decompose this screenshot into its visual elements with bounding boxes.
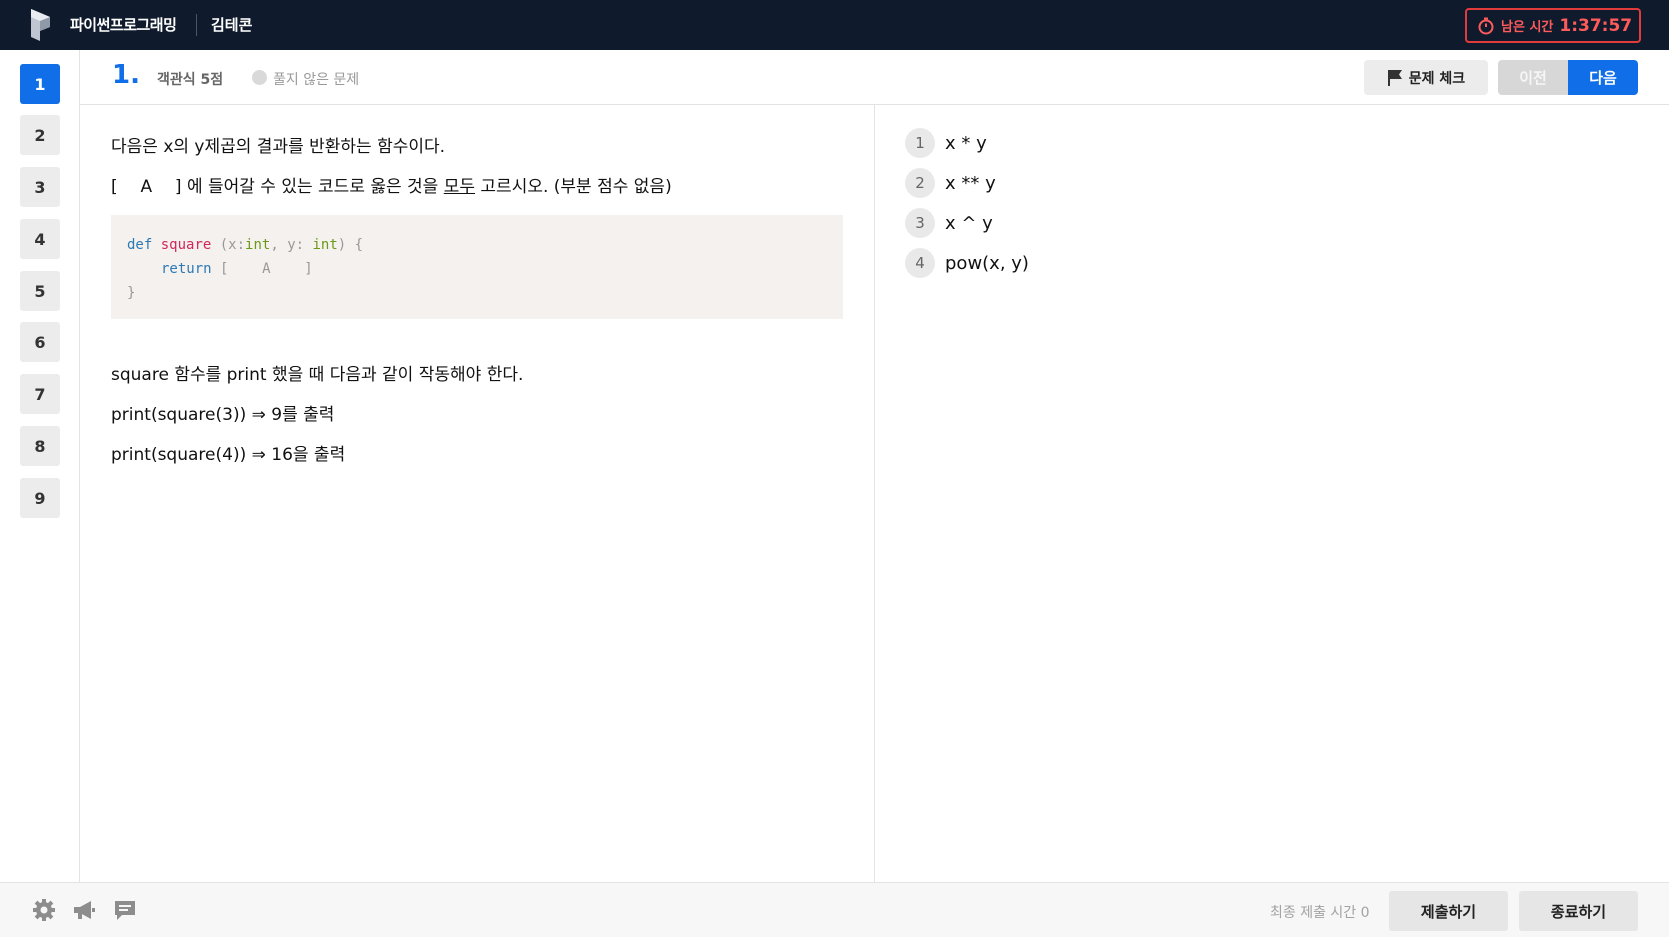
answer-option-1[interactable]: 1 x * y <box>905 128 987 158</box>
answer-number-4: 4 <box>905 248 935 278</box>
question-navigator: 1 2 3 4 5 6 7 8 9 <box>0 50 80 882</box>
answer-option-2[interactable]: 2 x ** y <box>905 168 996 198</box>
code-block: def square (x:int, y: int) { return [ A … <box>111 215 843 319</box>
answer-choices: 1 x * y 2 x ** y 3 x ^ y 4 pow(x, y) <box>875 105 1669 882</box>
flag-icon <box>1387 69 1402 86</box>
question-type: 객관식 5점 <box>157 72 224 88</box>
answer-option-3[interactable]: 3 x ^ y <box>905 208 993 238</box>
flag-question-button[interactable]: 문제 체크 <box>1364 60 1488 95</box>
next-button[interactable]: 다음 <box>1568 60 1638 95</box>
question-text-1: 다음은 x의 y제곱의 결과를 반환하는 함수이다. <box>111 137 446 157</box>
answer-text-3: x ^ y <box>945 212 993 234</box>
answer-text-2: x ** y <box>945 172 996 194</box>
description-line-3: print(square(4)) ⇒ 16을 출력 <box>111 445 346 465</box>
question-number: 1. <box>112 60 140 90</box>
question-nav-2[interactable]: 2 <box>20 115 60 155</box>
answer-option-4[interactable]: 4 pow(x, y) <box>905 248 1029 278</box>
emphasis-word: 모두 <box>443 177 476 197</box>
answer-number-3: 3 <box>905 208 935 238</box>
code-param-y: , y: <box>270 237 305 253</box>
code-blank: [ A ] <box>220 261 313 277</box>
question-nav-6[interactable]: 6 <box>20 322 60 362</box>
final-submit-time: 최종 제출 시간 0 <box>1270 905 1370 921</box>
header-divider <box>196 14 197 36</box>
question-text-2: [ A ] 에 들어갈 수 있는 코드로 옳은 것을 모두 고르시오. (부분 … <box>111 172 672 197</box>
question-status: 풀지 않은 문제 <box>273 72 360 88</box>
question-body: 다음은 x의 y제곱의 결과를 반환하는 함수이다. [ A ] 에 들어갈 수… <box>80 105 875 882</box>
blank-open-bracket: [ <box>111 177 118 197</box>
question-header: 1. 객관식 5점 풀지 않은 문제 문제 체크 이전 다음 <box>80 50 1669 105</box>
answer-text-4: pow(x, y) <box>945 252 1029 274</box>
platform-logo <box>31 9 50 41</box>
code-def-keyword: def <box>127 237 153 253</box>
description-line-2: print(square(3)) ⇒ 9를 출력 <box>111 405 335 425</box>
prev-button[interactable]: 이전 <box>1498 60 1568 95</box>
answer-number-2: 2 <box>905 168 935 198</box>
question-nav-5[interactable]: 5 <box>20 271 60 311</box>
blank-label: A <box>140 177 153 197</box>
question-text-2-tail: 고르시오. (부분 점수 없음) <box>480 177 672 197</box>
remaining-timer: 남은 시간 1:37:57 <box>1465 8 1641 43</box>
question-nav-3[interactable]: 3 <box>20 167 60 207</box>
description-line-1: square 함수를 print 했을 때 다음과 같이 작동해야 한다. <box>111 365 524 385</box>
answer-number-1: 1 <box>905 128 935 158</box>
question-nav-4[interactable]: 4 <box>20 219 60 259</box>
question-text-2-main: ] 에 들어갈 수 있는 코드로 옳은 것을 <box>174 177 439 197</box>
end-exam-button[interactable]: 종료하기 <box>1519 891 1638 931</box>
user-name: 김테콘 <box>211 16 253 34</box>
code-type-int-2: int <box>312 237 338 253</box>
stopwatch-icon <box>1478 17 1494 34</box>
code-param-x: (x: <box>219 237 246 253</box>
question-nav-9[interactable]: 9 <box>20 478 60 518</box>
code-line-1: def square (x:int, y: int) { <box>127 233 827 257</box>
top-bar: 파이썬프로그래밍 김테콘 남은 시간 1:37:57 <box>0 0 1669 50</box>
chat-icon[interactable] <box>112 897 138 923</box>
question-nav-1[interactable]: 1 <box>20 64 60 104</box>
timer-value: 1:37:57 <box>1559 15 1633 36</box>
course-title: 파이썬프로그래밍 <box>70 16 177 34</box>
answer-text-1: x * y <box>945 132 987 154</box>
code-function-name: square <box>160 237 212 253</box>
question-nav-8[interactable]: 8 <box>20 426 60 466</box>
megaphone-icon[interactable] <box>71 897 97 923</box>
status-dot-icon <box>252 70 267 85</box>
question-nav-7[interactable]: 7 <box>20 374 60 414</box>
flag-question-label: 문제 체크 <box>1408 70 1466 87</box>
code-line-3: } <box>127 285 136 301</box>
gear-icon[interactable] <box>31 897 57 923</box>
code-return-keyword: return <box>161 261 212 277</box>
code-line-2: return [ A ] <box>127 257 827 281</box>
code-type-int: int <box>245 237 271 253</box>
bottom-bar: 최종 제출 시간 0 제출하기 종료하기 <box>0 882 1669 937</box>
timer-label: 남은 시간 <box>1501 20 1554 35</box>
submit-button[interactable]: 제출하기 <box>1389 891 1508 931</box>
code-paren-close: ) { <box>337 237 364 253</box>
